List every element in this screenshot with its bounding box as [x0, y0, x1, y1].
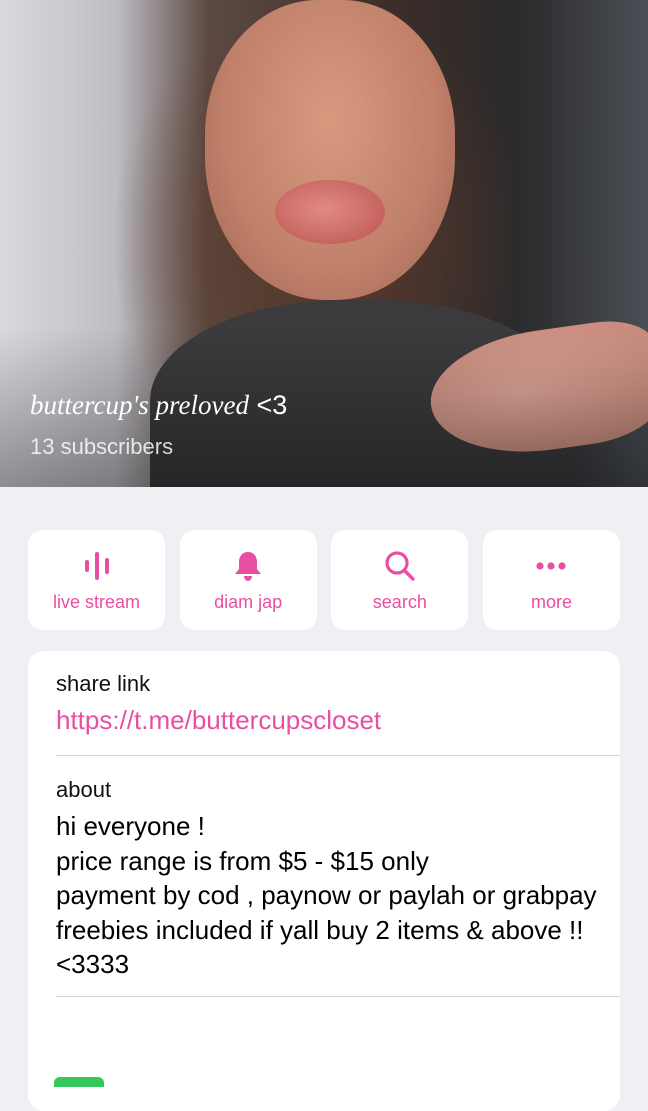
channel-title-script: buttercup's preloved: [30, 390, 249, 420]
about-caption: about: [56, 777, 112, 802]
live-stream-icon: [79, 548, 115, 584]
search-icon: [382, 548, 418, 584]
channel-info-card: share link https://t.me/buttercupscloset…: [28, 651, 620, 1111]
action-button-row: live stream diam jap search more: [28, 530, 620, 630]
share-link-url[interactable]: https://t.me/buttercupscloset: [56, 705, 600, 736]
mute-label: diam jap: [214, 592, 283, 612]
about-text: hi everyone ! price range is from $5 - $…: [56, 811, 597, 979]
more-dots-icon: [533, 548, 569, 584]
more-label: more: [530, 592, 572, 612]
mute-button[interactable]: diam jap: [179, 530, 317, 630]
channel-header-photo[interactable]: buttercup's preloved <3 13 subscribers: [0, 0, 648, 487]
channel-title-tail: <3: [256, 390, 288, 420]
search-button[interactable]: search: [331, 530, 469, 630]
divider: [56, 995, 620, 997]
live-stream-button[interactable]: live stream: [28, 530, 165, 630]
about-section: about hi everyone ! price range is from …: [28, 756, 620, 982]
profile-photo-face: [205, 0, 455, 300]
subscriber-count: 13 subscribers: [30, 434, 174, 459]
share-link-section[interactable]: share link https://t.me/buttercupscloset: [28, 651, 620, 735]
share-link-caption: share link: [56, 671, 151, 696]
channel-title: buttercup's preloved <3: [30, 390, 287, 421]
more-button[interactable]: more: [482, 530, 620, 630]
notifications-toggle[interactable]: [54, 1077, 104, 1087]
profile-photo-lips: [275, 180, 385, 244]
live-stream-label: live stream: [52, 592, 141, 612]
bell-icon: [230, 548, 266, 584]
search-label: search: [372, 592, 427, 612]
